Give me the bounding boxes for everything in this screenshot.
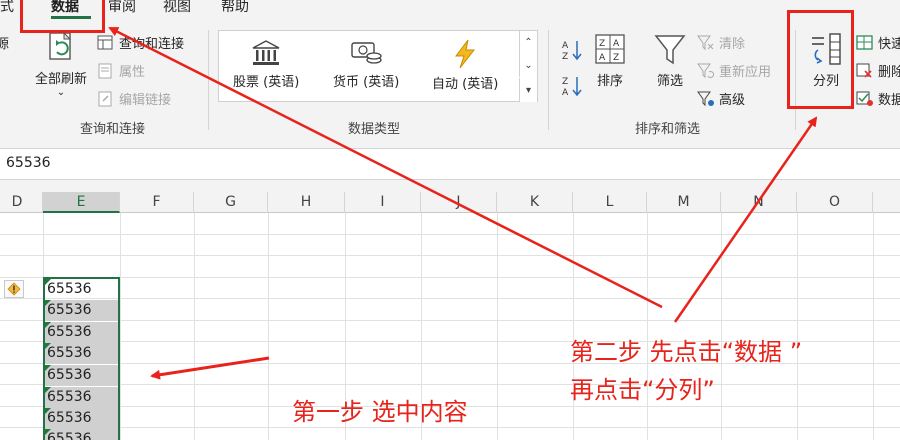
svg-text:A: A [562, 41, 569, 51]
gridline [0, 320, 900, 321]
sort-button[interactable]: Z A A Z 排序 [590, 32, 630, 89]
advanced-filter-icon [697, 91, 714, 106]
formula-input[interactable]: 65536 [0, 148, 900, 180]
tab-review[interactable]: 审阅 [108, 0, 136, 16]
refresh-all-button[interactable]: 全部刷新 ⌄ [30, 30, 92, 99]
advanced-filter-button[interactable]: 高级 [697, 89, 745, 108]
currency-icon [351, 42, 382, 64]
properties-button[interactable]: 属性 [97, 61, 145, 80]
get-data-button-partial[interactable]: 源 [0, 33, 9, 52]
column-header-k[interactable]: K [497, 192, 573, 213]
gridline [0, 298, 900, 299]
column-header-row: D E F G H I J K L M N O [0, 192, 900, 213]
data-validation-button[interactable]: 数据 [856, 89, 900, 108]
column-header-n[interactable]: N [721, 192, 797, 213]
lightning-icon [455, 39, 476, 69]
svg-text:Z: Z [599, 39, 605, 49]
gridline [0, 277, 900, 278]
group-separator [548, 30, 549, 130]
sort-dialog-icon: Z A A Z [595, 34, 625, 64]
warning-icon [7, 282, 21, 296]
sort-za-icon: Z A [562, 77, 582, 98]
gridline [0, 255, 900, 256]
flash-fill-button[interactable]: 快速 [856, 33, 900, 52]
group-label-datatypes: 数据类型 [348, 122, 401, 137]
flash-fill-icon [856, 34, 873, 50]
error-checking-button[interactable] [4, 280, 24, 298]
clear-filter-icon [697, 35, 714, 50]
queries-connections-button[interactable]: 查询和连接 [97, 33, 184, 52]
column-header-g[interactable]: G [194, 192, 268, 213]
properties-icon [98, 63, 112, 78]
tab-help[interactable]: 帮助 [221, 0, 249, 16]
clear-filter-button[interactable]: 清除 [697, 33, 745, 52]
gallery-expand[interactable]: ▾ [519, 78, 537, 102]
column-header-h[interactable]: H [268, 192, 345, 213]
group-label-query: 查询和连接 [80, 122, 146, 137]
sort-ascending-button[interactable]: A Z [560, 38, 588, 62]
reapply-button[interactable]: 重新应用 [697, 61, 771, 80]
sort-descending-button[interactable]: Z A [560, 74, 588, 98]
highlight-text-to-columns [787, 10, 854, 109]
gallery-scroll-up[interactable]: ⌃ [519, 31, 537, 54]
svg-text:A: A [562, 88, 569, 98]
sort-az-icon: A Z [562, 41, 582, 62]
column-header-i[interactable]: I [345, 192, 421, 213]
column-header-d[interactable]: D [0, 192, 43, 213]
edit-links-icon [98, 91, 112, 106]
column-header-m[interactable]: M [647, 192, 721, 213]
gridline [0, 234, 900, 235]
highlight-data-tab [20, 0, 105, 33]
tab-formulas[interactable]: 公式 [0, 0, 14, 16]
queries-icon [97, 35, 113, 49]
column-header-j[interactable]: J [421, 192, 497, 213]
filter-icon [654, 35, 686, 65]
remove-duplicates-icon [856, 63, 872, 78]
step2-instruction-line1: 第二步 先点击“数据 ” [570, 338, 803, 366]
svg-text:Z: Z [562, 77, 568, 87]
gridline [0, 427, 900, 428]
column-header-o[interactable]: O [797, 192, 873, 213]
gridline [0, 384, 900, 385]
gallery-scroll-down[interactable]: ⌄ [519, 54, 537, 77]
datatype-stocks[interactable]: 股票 (英语) [233, 39, 299, 90]
step1-instruction: 第一步 选中内容 [292, 398, 468, 426]
datatype-gallery: 股票 (英语) 货币 (英语) 自动 (英语) ⌃ ⌄ ▾ [218, 30, 538, 102]
svg-text:Z: Z [562, 52, 568, 62]
tab-view[interactable]: 视图 [163, 0, 191, 16]
remove-duplicates-button[interactable]: 删除 [856, 61, 900, 80]
svg-text:A: A [613, 39, 620, 49]
column-header-e[interactable]: E [43, 192, 120, 213]
edit-links-button[interactable]: 编辑链接 [97, 89, 171, 108]
chevron-down-icon: ⌄ [56, 87, 66, 98]
ribbon: 公式 数据 审阅 视图 帮助 源 全部刷新 ⌄ 查询和连接 属性 [0, 0, 900, 140]
filter-button[interactable]: 筛选 [650, 32, 690, 89]
datatype-currency[interactable]: 货币 (英语) [333, 39, 399, 90]
group-label-sortfilter: 排序和筛选 [635, 122, 701, 137]
column-header-f[interactable]: F [120, 192, 194, 213]
refresh-all-icon [49, 31, 72, 60]
group-separator [208, 30, 209, 130]
reapply-icon [697, 63, 715, 78]
bank-icon [252, 40, 280, 65]
datatype-automatic[interactable]: 自动 (英语) [432, 39, 498, 92]
svg-text:A: A [599, 53, 606, 63]
step2-instruction-line2: 再点击“分列” [570, 376, 715, 404]
selection-range [43, 277, 120, 440]
formula-value: 65536 [6, 155, 51, 171]
data-validation-icon [856, 91, 873, 106]
svg-text:Z: Z [613, 53, 619, 63]
formula-bar: 65536 [0, 140, 900, 192]
column-header-l[interactable]: L [573, 192, 647, 213]
